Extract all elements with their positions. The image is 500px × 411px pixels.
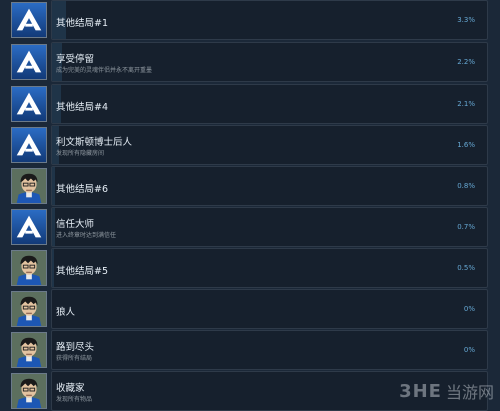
- achievement-row[interactable]: 路到尽头获得所有结局 0%: [0, 330, 500, 370]
- watermark-logo: 3HE: [399, 381, 442, 402]
- character-portrait-icon: [11, 250, 47, 286]
- achievement-name: 其他结局#6: [56, 181, 108, 195]
- achievement-description: 进入终章时达到满信任: [56, 230, 116, 239]
- achievement-percent: 2.2%: [457, 58, 475, 66]
- achievement-name: 狼人: [56, 304, 75, 318]
- achievement-list: 其他结局#1 3.3% 享受停留成为完美的灵魂伴侣并永不离开重墨 2.2% 其他结局#4…: [0, 0, 500, 408]
- achievement-card: 其他结局#5 0.5%: [51, 248, 488, 288]
- character-portrait-icon: [11, 291, 47, 327]
- achievement-name: 利文斯顿博士后人: [56, 134, 132, 148]
- achievement-card: 信任大师进入终章时达到满信任 0.7%: [51, 207, 488, 247]
- achievement-name: 信任大师: [56, 216, 94, 230]
- achievement-percent: 0.7%: [457, 223, 475, 231]
- achievement-name: 享受停留: [56, 51, 94, 65]
- achievement-description: 获得所有结局: [56, 353, 92, 362]
- achievement-percent: 2.1%: [457, 100, 475, 108]
- achievement-row[interactable]: 其他结局#4 2.1%: [0, 84, 500, 124]
- steam-arrow-icon: [11, 2, 47, 38]
- achievement-name: 收藏家: [56, 380, 85, 394]
- character-portrait-icon: [11, 168, 47, 204]
- achievement-card: 其他结局#4 2.1%: [51, 84, 488, 124]
- achievement-card: 利文斯顿博士后人发现所有隐藏房间 1.6%: [51, 125, 488, 165]
- achievement-card: 路到尽头获得所有结局 0%: [51, 330, 488, 370]
- achievement-percent: 0.5%: [457, 264, 475, 272]
- steam-arrow-icon: [11, 209, 47, 245]
- unlock-percent-bar: [52, 208, 55, 246]
- unlock-percent-bar: [52, 249, 54, 287]
- achievement-row[interactable]: 信任大师进入终章时达到满信任 0.7%: [0, 207, 500, 247]
- unlock-percent-bar: [52, 167, 55, 205]
- achievement-card: 其他结局#1 3.3%: [51, 0, 488, 40]
- achievement-row[interactable]: 其他结局#6 0.8%: [0, 166, 500, 206]
- achievement-row[interactable]: 利文斯顿博士后人发现所有隐藏房间 1.6%: [0, 125, 500, 165]
- achievement-row[interactable]: 其他结局#1 3.3%: [0, 0, 500, 40]
- achievement-name: 其他结局#1: [56, 15, 108, 29]
- achievement-percent: 0%: [464, 305, 475, 313]
- achievement-card: 狼人 0%: [51, 289, 488, 329]
- achievement-name: 路到尽头: [56, 339, 94, 353]
- achievement-row[interactable]: 享受停留成为完美的灵魂伴侣并永不离开重墨 2.2%: [0, 42, 500, 82]
- character-portrait-icon: [11, 332, 47, 368]
- achievement-percent: 3.3%: [457, 16, 475, 24]
- achievement-row[interactable]: 狼人 0%: [0, 289, 500, 329]
- steam-arrow-icon: [11, 127, 47, 163]
- achievement-percent: 1.6%: [457, 141, 475, 149]
- achievement-row[interactable]: 其他结局#5 0.5%: [0, 248, 500, 288]
- steam-arrow-icon: [11, 86, 47, 122]
- achievement-name: 其他结局#5: [56, 263, 108, 277]
- achievement-percent: 0.8%: [457, 182, 475, 190]
- watermark-text: 当游网: [446, 379, 494, 403]
- watermark: 3HE 当游网: [399, 380, 494, 402]
- achievement-description: 发现所有物品: [56, 394, 92, 403]
- achievement-description: 成为完美的灵魂伴侣并永不离开重墨: [56, 65, 152, 74]
- achievement-card: 其他结局#6 0.8%: [51, 166, 488, 206]
- achievement-percent: 0%: [464, 346, 475, 354]
- character-portrait-icon: [11, 373, 47, 409]
- achievement-description: 发现所有隐藏房间: [56, 148, 104, 157]
- achievement-card: 享受停留成为完美的灵魂伴侣并永不离开重墨 2.2%: [51, 42, 488, 82]
- achievement-name: 其他结局#4: [56, 99, 108, 113]
- steam-arrow-icon: [11, 44, 47, 80]
